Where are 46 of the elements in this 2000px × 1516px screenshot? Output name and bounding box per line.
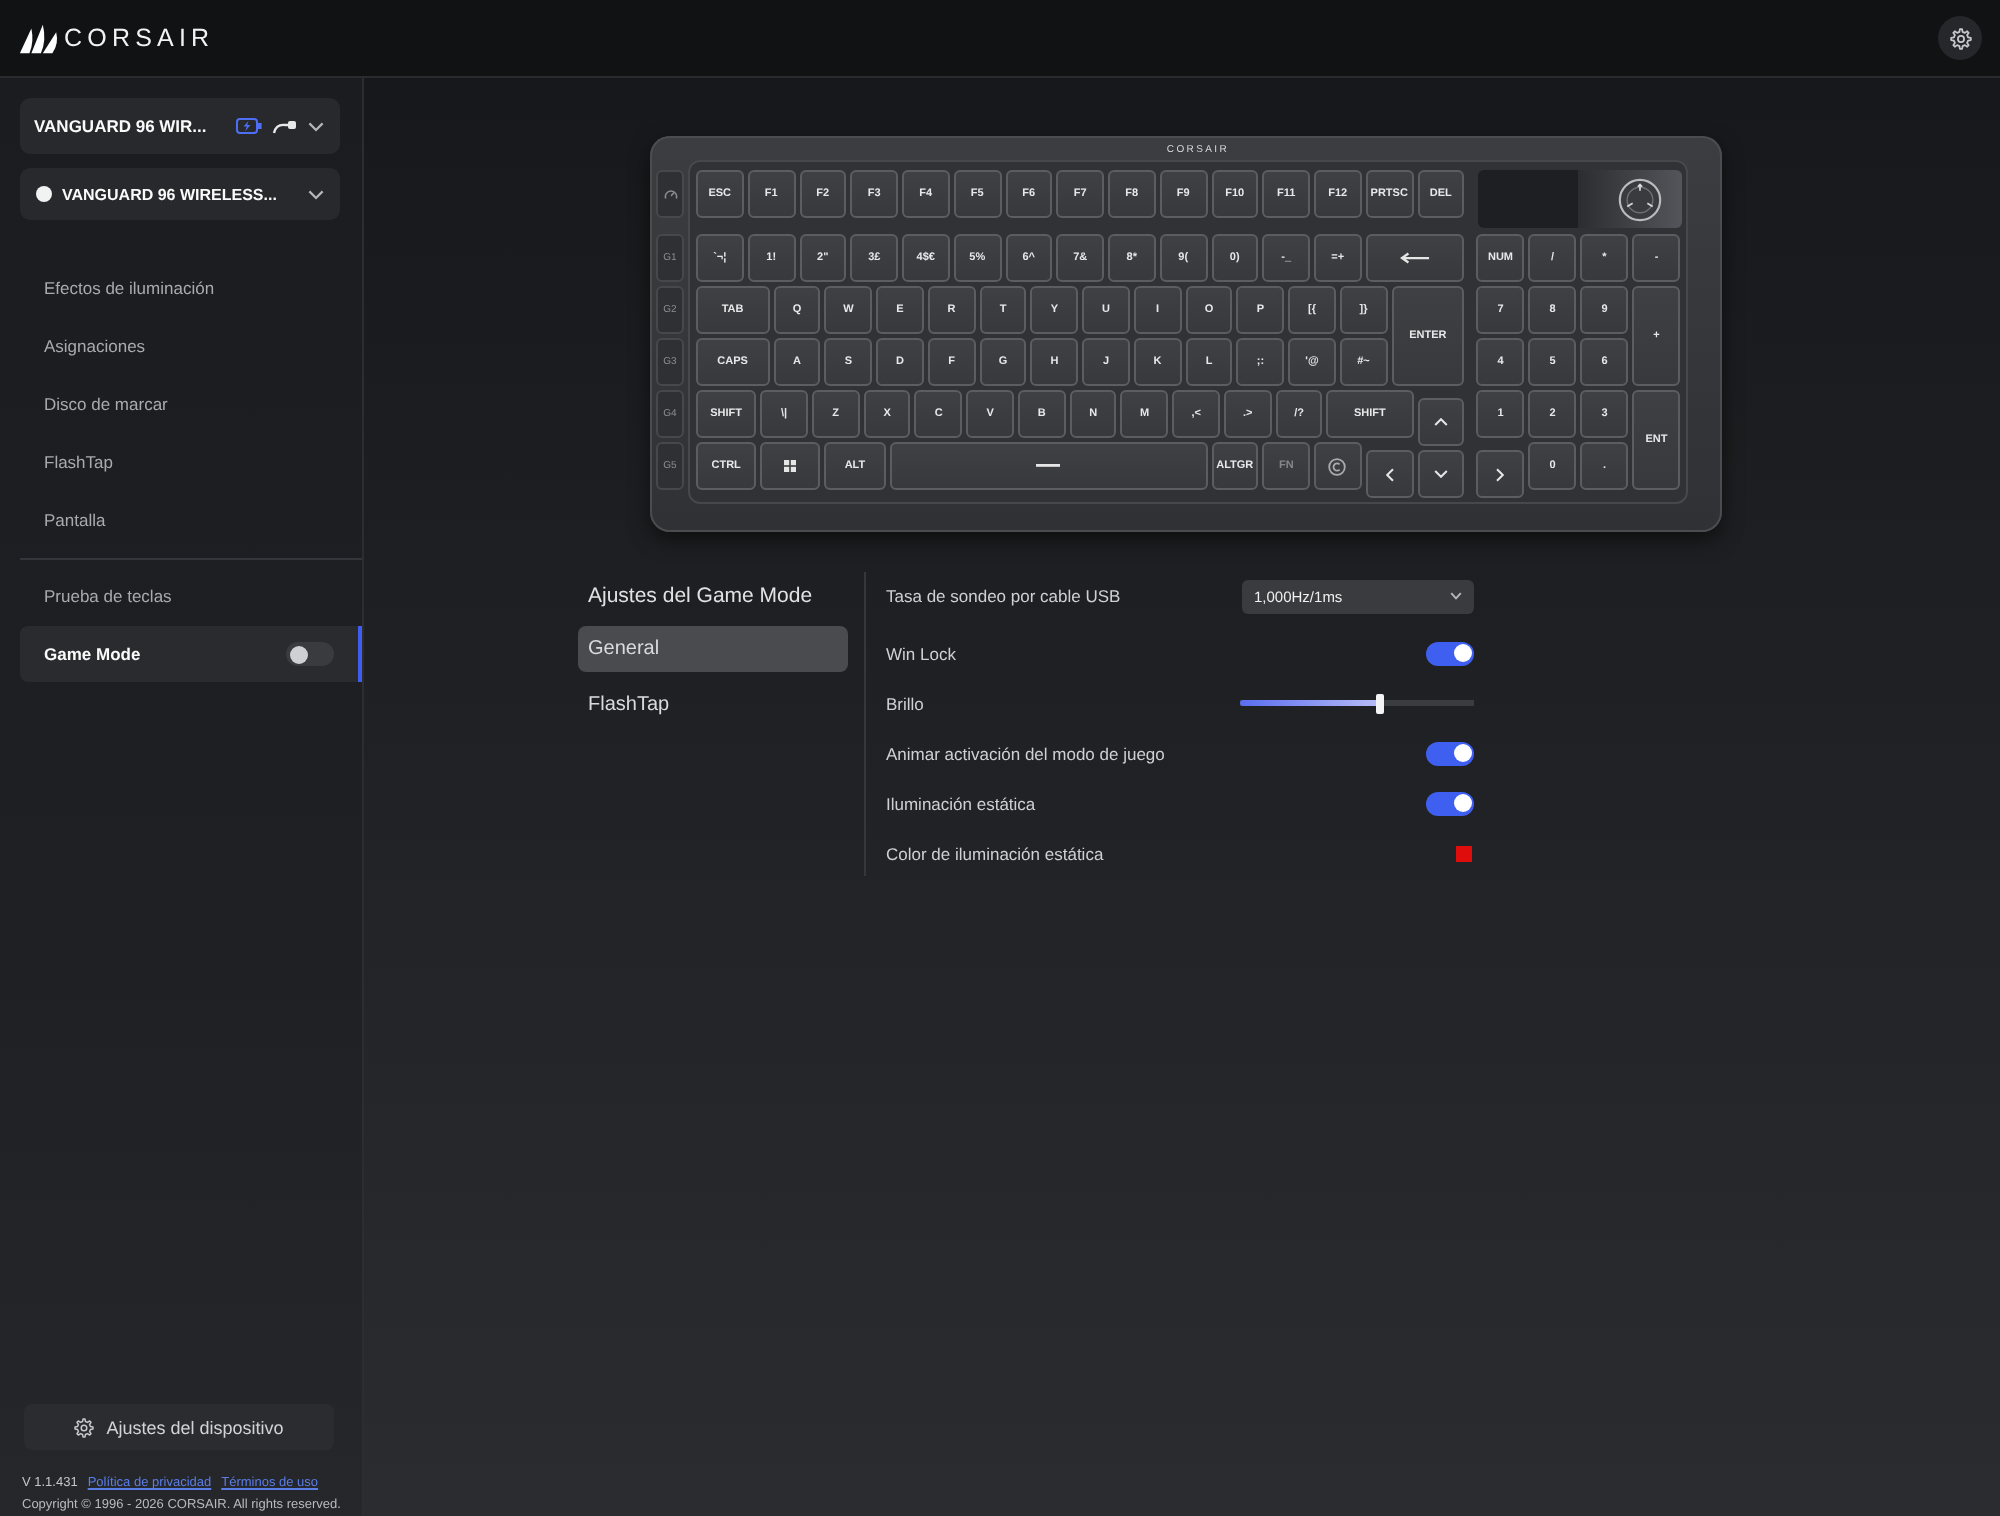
- sidebar-item[interactable]: Game Mode: [20, 626, 362, 682]
- sidebar-item[interactable]: FlashTap: [20, 432, 362, 490]
- toggle-switch[interactable]: [1426, 641, 1474, 665]
- settings-icon: [1949, 27, 1971, 49]
- settings-button[interactable]: [1938, 16, 1982, 60]
- sidebar-item[interactable]: Efectos de iluminación: [20, 258, 362, 316]
- panel-title: Ajustes del Game Mode: [586, 582, 815, 612]
- chevron-down-icon: [1450, 592, 1462, 600]
- sidebar-item[interactable]: Prueba de teclas: [20, 568, 362, 624]
- dash-icon: [1036, 464, 1061, 468]
- toggle-switch[interactable]: [286, 642, 334, 666]
- settings-icon: [74, 1417, 95, 1437]
- circle-logo-icon: [1328, 457, 1347, 475]
- sidebar-item[interactable]: Disco de marcar: [20, 374, 362, 432]
- gauge-icon: [663, 187, 677, 201]
- setting-label: Brillo: [886, 693, 924, 713]
- dial-icon: [1618, 177, 1663, 221]
- tab[interactable]: General: [578, 626, 848, 672]
- status-dot-icon: [36, 186, 52, 202]
- chevron-down-icon: [1433, 470, 1448, 478]
- arrow-left-icon: [1400, 252, 1430, 264]
- logo-icon: [18, 22, 60, 54]
- setting-label: Tasa de sondeo por cable USB: [886, 586, 1121, 606]
- battery-charging-icon: [236, 118, 262, 134]
- slider-thumb[interactable]: [1376, 693, 1385, 713]
- setting-label: Animar activación del modo de juego: [886, 743, 1165, 763]
- color-swatch-icon[interactable]: [1456, 845, 1472, 861]
- cable-icon: [272, 117, 298, 135]
- four-squares-icon: [784, 460, 797, 472]
- chevron-right-icon: [1496, 467, 1505, 481]
- chevron-down-icon: [308, 189, 324, 199]
- setting-label: Color de iluminación estática: [886, 843, 1104, 863]
- chevron-left-icon: [1385, 467, 1394, 481]
- sidebar-item[interactable]: Pantalla: [20, 490, 362, 548]
- device-selector[interactable]: VANGUARD 96 WIR...: [20, 98, 340, 154]
- tab[interactable]: FlashTap: [578, 682, 848, 728]
- brand-name: CORSAIR: [64, 24, 215, 52]
- sidebar-item[interactable]: Asignaciones: [20, 316, 362, 374]
- toggle-switch[interactable]: [1426, 791, 1474, 815]
- toggle-switch[interactable]: [1426, 741, 1474, 765]
- chevron-down-icon: [308, 121, 324, 131]
- chevron-up-icon: [1433, 418, 1448, 426]
- setting-label: Iluminación estática: [886, 793, 1036, 813]
- device-selector[interactable]: VANGUARD 96 WIRELESS...: [20, 168, 340, 220]
- setting-label: Win Lock: [886, 643, 956, 663]
- device-settings-button[interactable]: Ajustes del dispositivo: [24, 1404, 334, 1450]
